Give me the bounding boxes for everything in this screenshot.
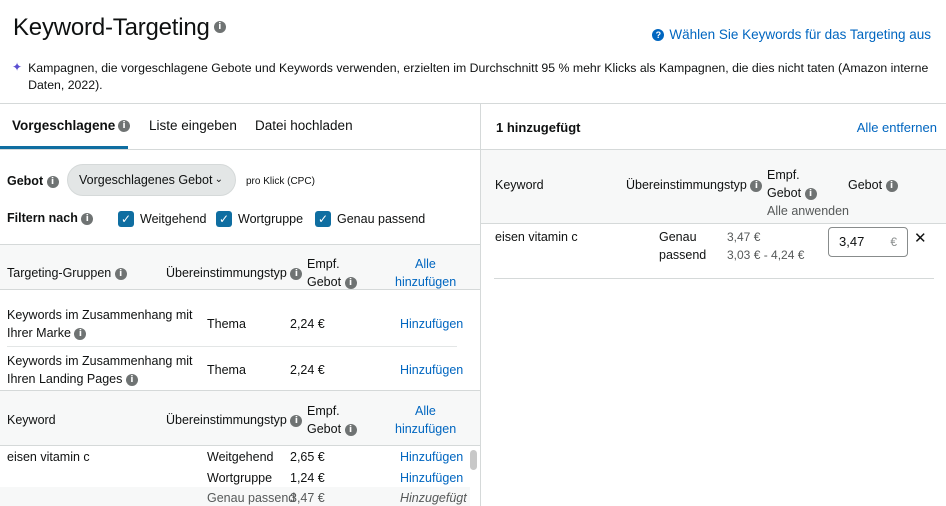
row-divider [494, 278, 934, 279]
add-all-keywords-link[interactable]: Alle [415, 403, 436, 420]
info-icon[interactable]: i [74, 327, 87, 340]
banner-text: Kampagnen, die vorgeschlagene Gebote und… [28, 61, 929, 92]
info-icon[interactable]: i [290, 414, 303, 427]
groups-table-header: Targeting-Gruppen i Übereinstimmungstyp … [0, 244, 480, 290]
info-icon[interactable]: i [750, 179, 763, 192]
checkbox-checked-icon[interactable]: ✓ [216, 211, 232, 227]
row-divider [7, 346, 457, 347]
info-icon[interactable]: i [81, 212, 94, 225]
add-keyword-button[interactable]: Hinzufügen [400, 449, 463, 466]
added-count: 1 hinzugefügt [496, 120, 581, 135]
sparkle-icon: ✦ [12, 60, 23, 74]
filter-phrase-checkbox[interactable]: ✓ Wortgruppe [216, 211, 303, 227]
info-icon[interactable]: i [125, 373, 138, 386]
scrollbar-thumb[interactable] [470, 450, 477, 470]
added-keywords-panel: 1 hinzugefügt Alle entfernen Keyword Übe… [481, 103, 946, 506]
info-icon[interactable]: i [344, 276, 357, 289]
info-icon[interactable]: i [46, 175, 59, 188]
info-icon[interactable]: i [344, 423, 357, 436]
filter-broad-checkbox[interactable]: ✓ Weitgehend [118, 211, 207, 227]
keyword-table-header: Keyword Übereinstimmungstyp i Empf. Gebo… [0, 390, 480, 446]
chevron-down-icon: ⌄ [214, 174, 223, 185]
bid-unit: pro Klick (CPC) [246, 176, 315, 187]
info-icon[interactable]: i [114, 267, 127, 280]
added-table-header: Keyword Übereinstimmungstyp i Empf. Gebo… [481, 150, 946, 224]
apply-all-link[interactable]: Alle anwenden [767, 203, 849, 220]
bid-input[interactable]: 3,47 € [828, 227, 908, 257]
suggestions-panel: Vorgeschlagene i Liste eingeben Datei ho… [0, 103, 481, 506]
help-icon: ? [652, 28, 665, 41]
help-link[interactable]: ? Wählen Sie Keywords für das Targeting … [652, 27, 931, 42]
active-tab-indicator [0, 146, 128, 149]
add-group-button[interactable]: Hinzufügen [400, 362, 463, 379]
info-icon[interactable]: i [804, 187, 817, 200]
bid-type-dropdown[interactable]: Vorgeschlagenes Gebot ⌄ [67, 164, 236, 196]
page-title: Keyword-Targeting i [13, 14, 226, 42]
tab-suggested[interactable]: Vorgeschlagene [12, 118, 115, 133]
added-status: Hinzugefügt [400, 491, 467, 505]
filter-label: Filtern nach i [7, 211, 94, 225]
help-link-label[interactable]: Wählen Sie Keywords für das Targeting au… [669, 27, 931, 42]
info-icon[interactable]: i [213, 20, 226, 33]
tab-enter-list[interactable]: Liste eingeben [149, 118, 237, 133]
tab-bar: Vorgeschlagene i Liste eingeben Datei ho… [0, 104, 480, 150]
table-row: Genau passend 3,47 € Hinzugefügt [0, 487, 470, 506]
filter-exact-checkbox[interactable]: ✓ Genau passend [315, 211, 425, 227]
checkbox-checked-icon[interactable]: ✓ [315, 211, 331, 227]
table-row: Keywords im Zusammenhang mit Ihrer Marke… [7, 308, 464, 340]
add-all-groups-link[interactable]: Alle [415, 256, 436, 273]
add-all-groups-link-2[interactable]: hinzufügen [395, 274, 456, 291]
info-icon[interactable]: i [885, 179, 898, 192]
checkbox-checked-icon[interactable]: ✓ [118, 211, 134, 227]
info-banner: ✦ Kampagnen, die vorgeschlagene Gebote u… [12, 60, 937, 94]
remove-keyword-icon[interactable]: ✕ [914, 229, 927, 247]
bid-label: Gebot i [7, 174, 59, 188]
table-row: Weitgehend 2,65 € Hinzufügen [207, 449, 464, 466]
add-all-keywords-link-2[interactable]: hinzufügen [395, 421, 456, 438]
add-keyword-button[interactable]: Hinzufügen [400, 470, 463, 487]
tab-upload-file[interactable]: Datei hochladen [255, 118, 353, 133]
remove-all-button[interactable]: Alle entfernen [857, 120, 937, 135]
info-icon[interactable]: i [118, 120, 130, 132]
info-icon[interactable]: i [290, 267, 303, 280]
add-group-button[interactable]: Hinzufügen [400, 316, 463, 333]
